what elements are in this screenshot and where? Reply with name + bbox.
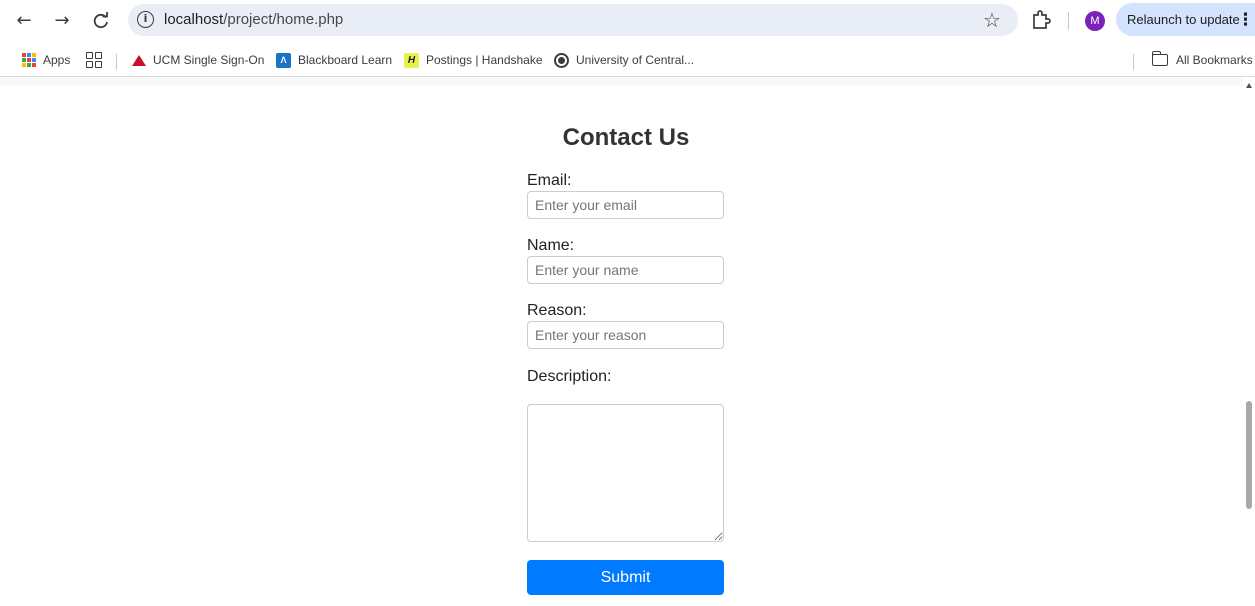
relaunch-button[interactable]: Relaunch to update ⋮ xyxy=(1116,3,1255,36)
bookmarks-bar: Apps UCM Single Sign-On Λ Blackboard Lea… xyxy=(0,43,1255,77)
star-icon[interactable]: ☆ xyxy=(980,7,1004,33)
bookmark-label: Blackboard Learn xyxy=(298,53,393,67)
description-textarea[interactable] xyxy=(527,404,724,542)
toolbar-divider xyxy=(1068,12,1069,30)
back-arrow-icon[interactable]: ← xyxy=(11,8,37,34)
submit-button[interactable]: Submit xyxy=(527,560,724,595)
bookmark-label: University of Central... xyxy=(576,53,695,67)
folder-icon xyxy=(1151,51,1168,66)
page-header-band xyxy=(0,78,1243,86)
scroll-thumb[interactable] xyxy=(1246,401,1252,509)
blackboard-icon: Λ xyxy=(276,52,291,68)
handshake-icon: H xyxy=(404,52,419,68)
tab-groups-button[interactable] xyxy=(86,50,102,70)
kebab-menu-icon[interactable]: ⋮ xyxy=(1237,9,1254,31)
bookmark-ucentral[interactable]: University of Central... xyxy=(554,50,694,70)
all-bookmarks-button[interactable]: All Bookmarks xyxy=(1151,50,1253,70)
apps-icon xyxy=(22,53,36,67)
apps-label: Apps xyxy=(43,53,71,67)
apps-shortcut[interactable]: Apps xyxy=(22,50,70,70)
relaunch-label: Relaunch to update xyxy=(1127,12,1240,27)
bookmark-handshake[interactable]: H Postings | Handshake xyxy=(404,50,543,70)
bookmark-label: UCM Single Sign-On xyxy=(153,53,265,67)
scroll-up-icon[interactable] xyxy=(1246,83,1252,88)
reason-field[interactable] xyxy=(527,321,724,349)
ucm-icon xyxy=(131,53,146,68)
page-scrollbar[interactable] xyxy=(1243,78,1255,606)
info-icon[interactable]: i xyxy=(137,11,154,28)
url-host: localhost xyxy=(164,11,224,28)
url-path: /project/home.php xyxy=(223,11,344,28)
email-label: Email: xyxy=(527,172,572,189)
address-bar[interactable]: i localhost/project/home.php xyxy=(128,4,1018,36)
reload-icon-svg xyxy=(93,12,108,29)
bookmarks-divider xyxy=(116,54,117,70)
browser-toolbar: ← → i localhost/project/home.php ☆ M Rel… xyxy=(0,0,1255,43)
bookmark-blackboard[interactable]: Λ Blackboard Learn xyxy=(276,50,392,70)
reload-icon[interactable] xyxy=(88,8,114,34)
name-field[interactable] xyxy=(527,256,724,284)
reason-label: Reason: xyxy=(527,302,587,319)
bookmark-label: Postings | Handshake xyxy=(426,53,543,67)
globe-icon xyxy=(554,52,569,68)
puzzle-icon[interactable] xyxy=(1030,8,1052,32)
puzzle-icon-svg xyxy=(1033,10,1051,29)
bookmarks-divider xyxy=(1133,54,1134,70)
description-label: Description: xyxy=(527,368,612,385)
bookmark-ucm-sso[interactable]: UCM Single Sign-On xyxy=(131,50,264,70)
all-bookmarks-label: All Bookmarks xyxy=(1176,53,1253,67)
grid-icon xyxy=(86,52,102,68)
url-text[interactable]: localhost/project/home.php xyxy=(164,11,343,28)
page-title: Contact Us xyxy=(562,124,690,151)
name-label: Name: xyxy=(527,237,575,254)
forward-arrow-icon[interactable]: → xyxy=(49,8,75,34)
profile-avatar[interactable]: M xyxy=(1085,11,1105,31)
email-field[interactable] xyxy=(527,191,724,219)
